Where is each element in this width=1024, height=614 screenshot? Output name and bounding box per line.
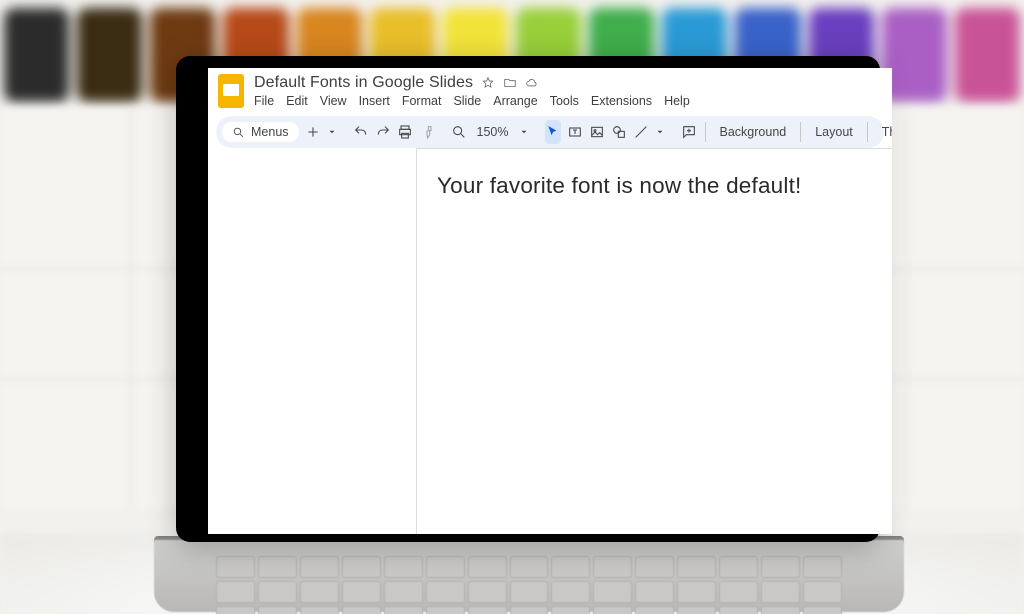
menu-help[interactable]: Help xyxy=(664,94,690,108)
filmstrip[interactable] xyxy=(208,148,416,534)
menu-view[interactable]: View xyxy=(320,94,347,108)
menu-arrange[interactable]: Arrange xyxy=(493,94,537,108)
new-slide-button[interactable] xyxy=(305,120,321,144)
line-tool-dropdown[interactable] xyxy=(655,120,665,144)
toolbar: Menus xyxy=(216,116,884,148)
divider xyxy=(867,122,868,142)
document-title[interactable]: Default Fonts in Google Slides xyxy=(254,74,473,92)
shape-tool-button[interactable] xyxy=(611,120,627,144)
new-slide-dropdown[interactable] xyxy=(327,120,337,144)
google-slides-app: Default Fonts in Google Slides xyxy=(208,68,892,534)
slides-logo-icon[interactable] xyxy=(218,74,244,108)
undo-button[interactable] xyxy=(353,120,369,144)
comment-button[interactable] xyxy=(681,120,697,144)
zoom-tool-button[interactable] xyxy=(451,120,467,144)
menu-edit[interactable]: Edit xyxy=(286,94,308,108)
star-icon[interactable] xyxy=(481,76,495,90)
menu-file[interactable]: File xyxy=(254,94,274,108)
divider xyxy=(705,122,706,142)
slide-canvas[interactable]: Your favorite font is now the default! xyxy=(416,148,892,534)
slide-title-text[interactable]: Your favorite font is now the default! xyxy=(437,173,876,199)
menu-format[interactable]: Format xyxy=(402,94,442,108)
laptop: Default Fonts in Google Slides xyxy=(154,56,904,614)
print-button[interactable] xyxy=(397,120,413,144)
menu-extensions[interactable]: Extensions xyxy=(591,94,652,108)
titlebar: Default Fonts in Google Slides xyxy=(208,68,892,112)
textbox-tool-button[interactable] xyxy=(567,120,583,144)
laptop-screen: Default Fonts in Google Slides xyxy=(208,68,892,534)
line-tool-button[interactable] xyxy=(633,120,649,144)
laptop-screen-frame: Default Fonts in Google Slides xyxy=(176,56,880,542)
layout-button[interactable]: Layout xyxy=(807,122,861,142)
select-tool-button[interactable] xyxy=(545,120,561,144)
paint-format-button[interactable] xyxy=(419,120,435,144)
zoom-dropdown[interactable] xyxy=(519,120,529,144)
scene: Default Fonts in Google Slides xyxy=(0,0,1024,614)
cloud-status-icon[interactable] xyxy=(525,76,539,90)
redo-button[interactable] xyxy=(375,120,391,144)
editor-body: Your favorite font is now the default! xyxy=(208,148,892,534)
move-icon[interactable] xyxy=(503,76,517,90)
search-menus[interactable]: Menus xyxy=(222,122,299,142)
menu-tools[interactable]: Tools xyxy=(550,94,579,108)
menu-slide[interactable]: Slide xyxy=(453,94,481,108)
zoom-level[interactable]: 150% xyxy=(473,125,513,139)
background-button[interactable]: Background xyxy=(712,122,795,142)
search-menus-label: Menus xyxy=(251,125,289,139)
menubar: File Edit View Insert Format Slide Arran… xyxy=(254,94,690,112)
menu-insert[interactable]: Insert xyxy=(359,94,390,108)
zoom-value: 150% xyxy=(477,125,509,139)
laptop-keyboard xyxy=(216,556,842,614)
theme-button[interactable]: Theme xyxy=(874,122,892,142)
image-tool-button[interactable] xyxy=(589,120,605,144)
divider xyxy=(800,122,801,142)
